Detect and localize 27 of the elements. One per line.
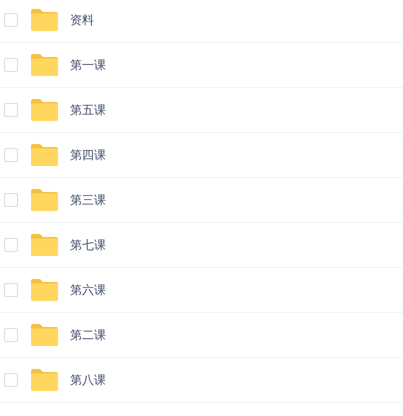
checkbox[interactable]	[4, 103, 18, 117]
checkbox[interactable]	[4, 193, 18, 207]
checkbox[interactable]	[4, 13, 18, 27]
checkbox[interactable]	[4, 283, 18, 297]
folder-icon	[31, 189, 58, 211]
folder-icon	[31, 369, 58, 391]
folder-icon	[31, 54, 58, 76]
folder-icon	[31, 279, 58, 301]
folder-name[interactable]: 第一课	[70, 56, 106, 74]
checkbox[interactable]	[4, 58, 18, 72]
folder-name[interactable]: 第四课	[70, 146, 106, 164]
checkbox[interactable]	[4, 373, 18, 387]
folder-name[interactable]: 第八课	[70, 371, 106, 389]
folder-name[interactable]: 第六课	[70, 281, 106, 299]
folder-name[interactable]: 第五课	[70, 101, 106, 119]
folder-icon	[31, 99, 58, 121]
folder-icon	[31, 234, 58, 256]
folder-name[interactable]: 资料	[70, 11, 94, 29]
checkbox[interactable]	[4, 148, 18, 162]
folder-name[interactable]: 第二课	[70, 326, 106, 344]
folder-icon	[31, 144, 58, 166]
folder-icon	[31, 9, 58, 31]
checkbox[interactable]	[4, 238, 18, 252]
folder-icon	[31, 324, 58, 346]
folder-name[interactable]: 第七课	[70, 236, 106, 254]
folder-name[interactable]: 第三课	[70, 191, 106, 209]
checkbox[interactable]	[4, 328, 18, 342]
